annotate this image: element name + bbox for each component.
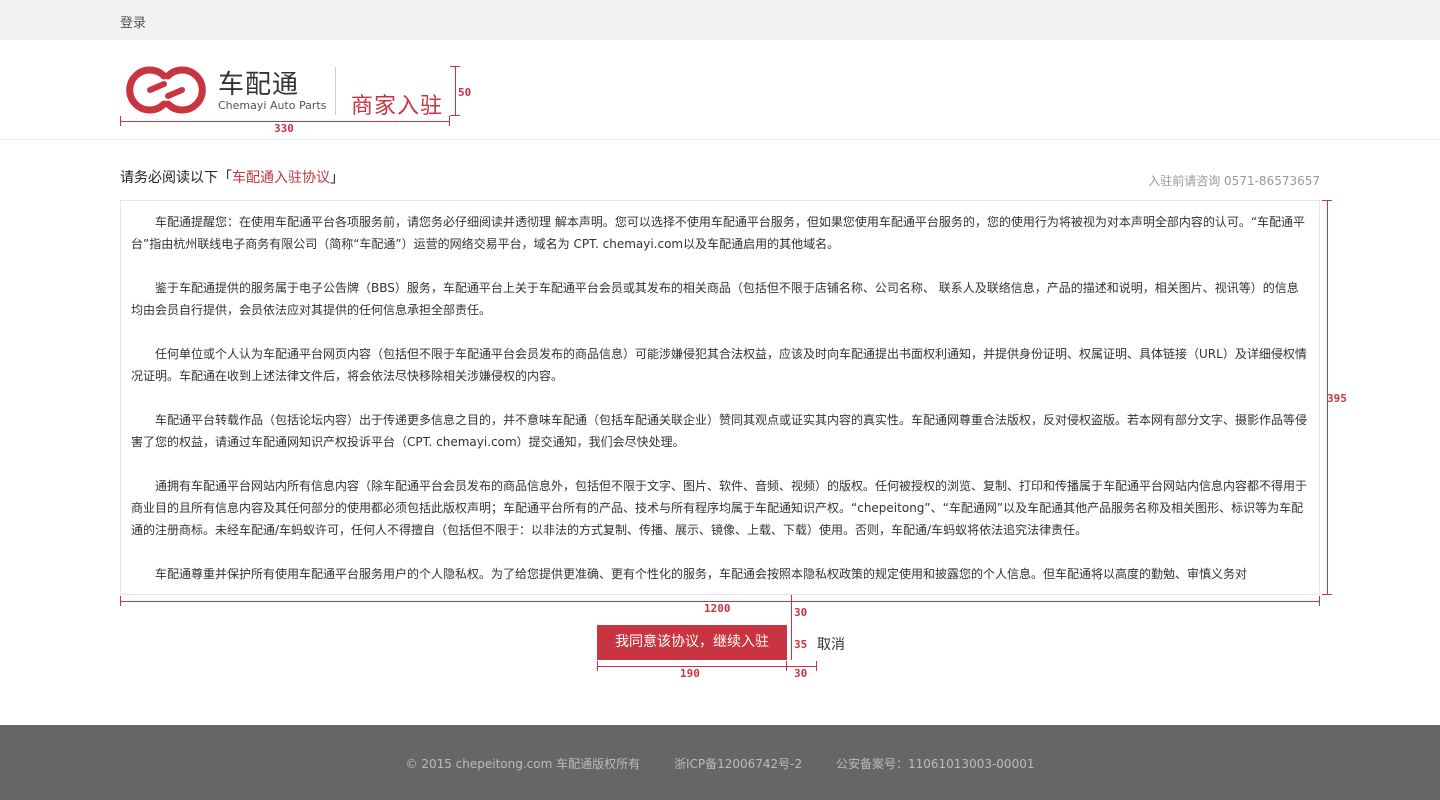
annotation-box-width: 1200	[704, 602, 731, 615]
logo-chinese-name: 车配通	[218, 70, 300, 100]
notice-suffix: 」	[330, 170, 344, 186]
annotation-line	[791, 595, 792, 625]
annotation-line	[791, 625, 792, 660]
annotation-logo-width: 330	[274, 122, 294, 135]
chain-logo-icon	[126, 66, 206, 114]
annotation-gap: 30	[794, 606, 808, 619]
annotation-logo-height: 50	[458, 86, 472, 99]
agreement-paragraph: 任何单位或个人认为车配通平台网页内容（包括但不限于车配通平台会员发布的商品信息）…	[131, 347, 1307, 383]
notice-prefix: 请务必阅读以下「	[120, 170, 232, 186]
agreement-paragraph: 车配通平台转载作品（包括论坛内容）出于传递更多信息之目的，并不意味车配通（包括车…	[131, 413, 1308, 449]
annotation-line	[449, 116, 450, 126]
agreement-paragraph: 车配通提醒您：在使用车配通平台各项服务前，请您务必仔细阅读并透彻理 解本声明。您…	[131, 215, 1306, 251]
site-footer: © 2015 chepeitong.com 车配通版权所有 浙ICP备12006…	[0, 725, 1440, 800]
merchant-entry-title: 商家入驻	[351, 94, 444, 119]
annotation-box-height: 395	[1327, 392, 1347, 405]
annotation-button-width: 190	[680, 667, 700, 680]
agreement-paragraph: 车配通尊重并保护所有使用车配通平台服务用户的个人隐私权。为了给您提供更准确、更有…	[155, 567, 1248, 581]
annotation-line	[1322, 594, 1332, 595]
annotation-line	[597, 661, 598, 671]
annotation-line	[120, 116, 121, 126]
annotation-line	[450, 66, 460, 67]
top-bar: 登录	[0, 0, 1440, 40]
cancel-button[interactable]: 取消	[817, 634, 845, 654]
footer-info: © 2015 chepeitong.com 车配通版权所有 浙ICP备12006…	[0, 755, 1440, 772]
agreement-link[interactable]: 车配通入驻协议	[232, 170, 330, 186]
annotation-button-height: 35	[794, 638, 808, 651]
footer-copyright: © 2015 chepeitong.com 车配通版权所有	[405, 757, 641, 771]
header-divider	[335, 67, 336, 115]
annotation-line	[1322, 200, 1332, 201]
footer-icp[interactable]: 浙ICP备12006742号-2	[674, 757, 802, 771]
annotation-cancel-gap: 30	[794, 667, 808, 680]
annotation-line	[816, 661, 817, 671]
login-link[interactable]: 登录	[120, 12, 146, 31]
logo-english-name: Chemayi Auto Parts	[218, 99, 327, 112]
annotation-line	[455, 66, 456, 116]
agreement-paragraph: 通拥有车配通平台网站内所有信息内容（除车配通平台会员发布的商品信息外，包括但不限…	[131, 479, 1308, 537]
agree-continue-button[interactable]: 我同意该协议，继续入驻	[597, 625, 787, 660]
annotation-line	[1319, 596, 1320, 606]
consult-hotline: 入驻前请咨询 0571-86573657	[1148, 174, 1320, 188]
agreement-paragraph: 鉴于车配通提供的服务属于电子公告牌（BBS）服务，车配通平台上关于车配通平台会员…	[131, 281, 1299, 317]
site-header: 车配通 Chemayi Auto Parts 商家入驻	[0, 40, 1440, 140]
footer-police-record[interactable]: 公安备案号：11061013003-00001	[836, 757, 1035, 771]
agreement-notice: 请务必阅读以下「车配通入驻协议」	[120, 167, 344, 187]
agreement-text-box[interactable]: 车配通提醒您：在使用车配通平台各项服务前，请您务必仔细阅读并透彻理 解本声明。您…	[120, 200, 1320, 595]
annotation-line	[120, 596, 121, 606]
annotation-line	[450, 115, 460, 116]
site-logo[interactable]: 车配通 Chemayi Auto Parts	[120, 64, 330, 116]
